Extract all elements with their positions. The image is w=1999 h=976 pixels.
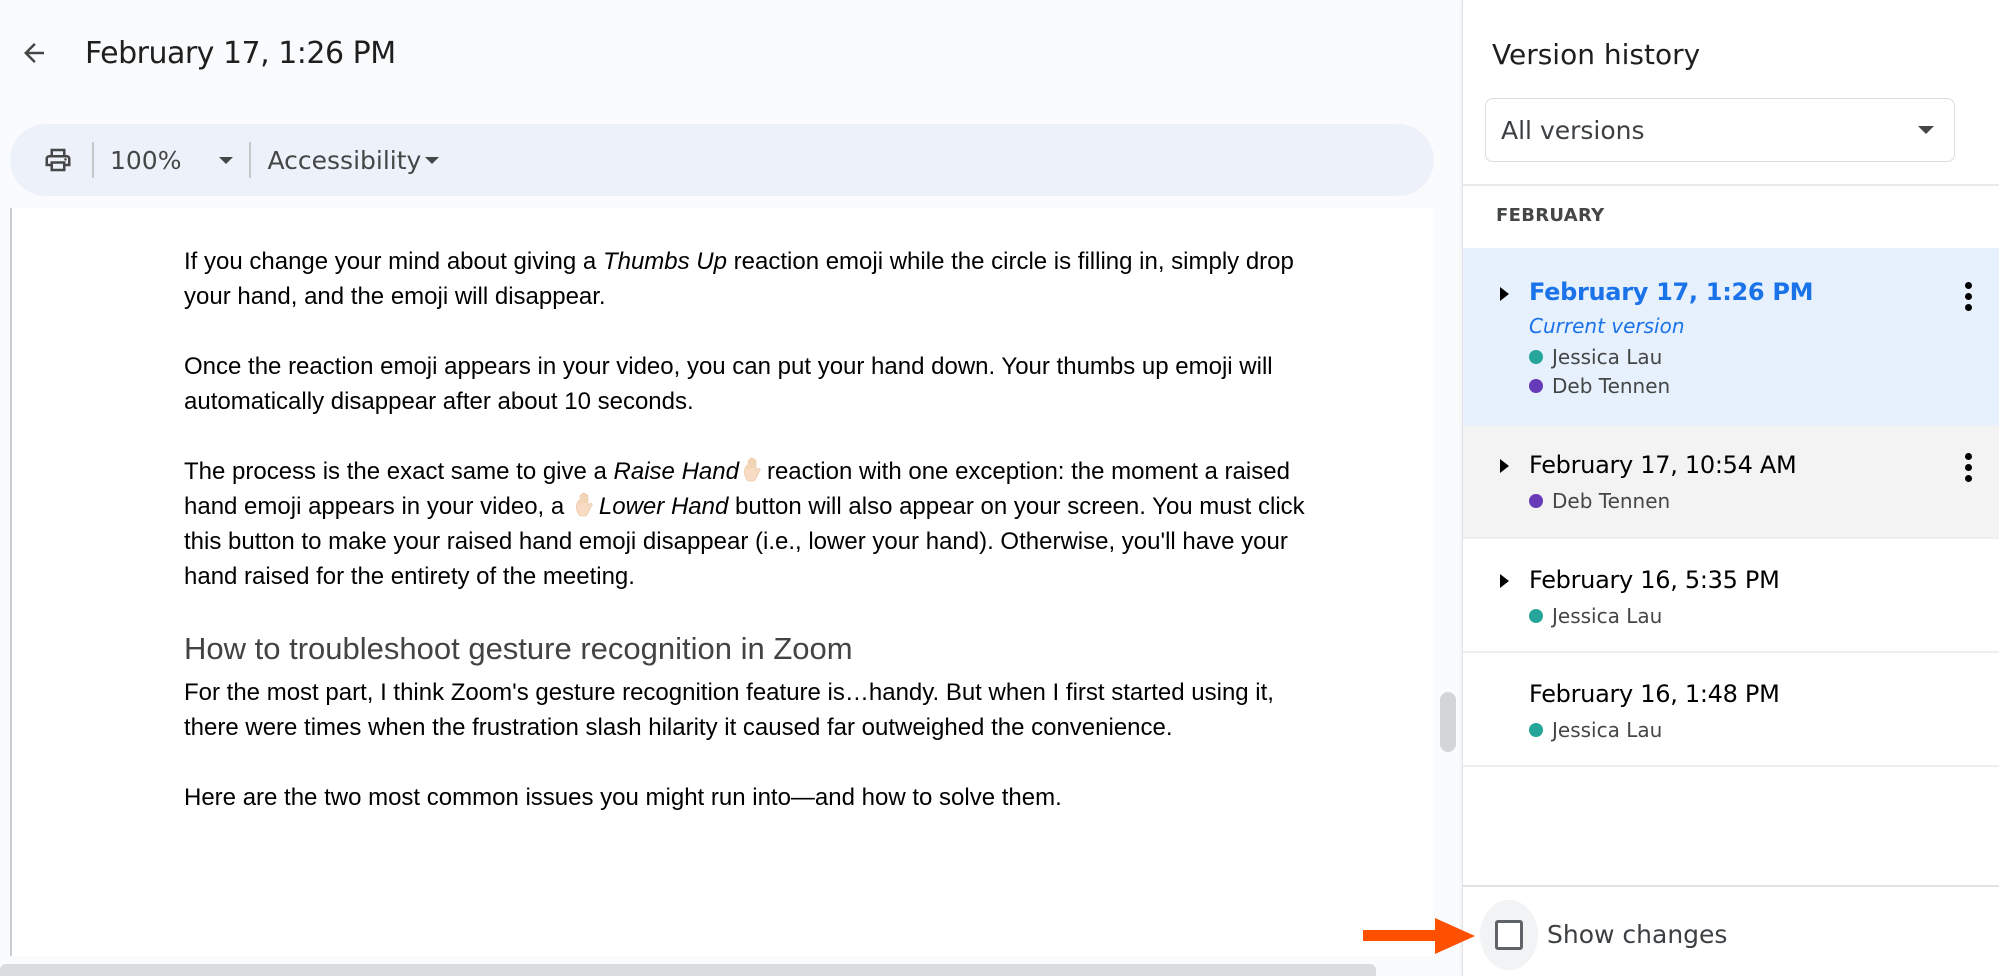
expand-triangle-icon[interactable] [1500, 459, 1509, 473]
show-changes-label[interactable]: Show changes [1547, 920, 1727, 949]
toolbar-divider [249, 142, 252, 178]
document-preview-area: February 17, 1:26 PM 100% Accessibility … [0, 0, 1462, 976]
section-heading: How to troubleshoot gesture recognition … [184, 631, 853, 666]
more-options-button[interactable] [1956, 447, 1980, 487]
toolbar-divider [92, 142, 94, 178]
version-author: Deb Tennen [1529, 489, 1670, 513]
author-color-dot-icon [1529, 350, 1543, 364]
versions-filter-select[interactable]: All versions [1485, 98, 1955, 162]
paragraph: The process is the exact same to give a … [184, 457, 1305, 590]
version-item[interactable]: February 16, 1:48 PM Jessica Lau [1463, 653, 1999, 767]
current-version-label: Current version [1529, 314, 1685, 338]
raised-hand-emoji-icon [744, 457, 761, 482]
printer-icon [45, 148, 71, 172]
vertical-scrollbar[interactable] [1440, 692, 1456, 752]
version-title: February 17, 1:26 PM [85, 36, 396, 71]
version-date: February 17, 1:26 PM [1529, 278, 1814, 306]
zoom-select[interactable]: 100% [110, 145, 234, 175]
filter-value: All versions [1501, 115, 1645, 145]
version-author: Jessica Lau [1529, 345, 1662, 369]
paragraph: For the most part, I think Zoom's gestur… [184, 679, 1274, 741]
accessibility-menu[interactable]: Accessibility [267, 145, 440, 175]
panel-title: Version history [1492, 38, 1701, 71]
chevron-down-icon [1918, 126, 1934, 134]
divider [1463, 184, 1999, 186]
version-date: February 17, 10:54 AM [1529, 451, 1797, 479]
version-author: Deb Tennen [1529, 374, 1670, 398]
document-page: If you change your mind about giving a T… [10, 208, 1434, 956]
italic-term: Lower Hand [598, 493, 729, 520]
version-item[interactable]: February 17, 10:54 AM Deb Tennen [1463, 425, 1999, 539]
toolbar: 100% Accessibility [10, 124, 1434, 196]
expand-triangle-icon[interactable] [1500, 287, 1509, 301]
italic-term: Thumbs Up [602, 248, 727, 275]
document-content: If you change your mind about giving a T… [184, 244, 1324, 850]
month-group-label: FEBRUARY [1496, 205, 1605, 226]
more-vert-icon [1964, 452, 1972, 460]
version-history-panel: Version history All versions FEBRUARY Fe… [1462, 0, 1999, 976]
accessibility-label: Accessibility [267, 145, 422, 175]
show-changes-checkbox[interactable] [1480, 900, 1538, 970]
version-list: February 17, 1:26 PM Current version Jes… [1463, 248, 1999, 767]
paragraph: If you change your mind about giving a T… [184, 248, 1294, 310]
version-item[interactable]: February 16, 5:35 PM Jessica Lau [1463, 539, 1999, 653]
paragraph: Here are the two most common issues you … [184, 784, 1062, 811]
checkbox-unchecked-icon [1495, 920, 1523, 950]
expand-triangle-icon[interactable] [1500, 574, 1509, 588]
back-button[interactable] [14, 33, 54, 73]
top-bar: February 17, 1:26 PM [0, 0, 1462, 110]
author-color-dot-icon [1529, 723, 1543, 737]
show-changes-row: Show changes [1463, 898, 1999, 976]
zoom-value: 100% [110, 145, 182, 175]
print-button[interactable] [40, 142, 76, 178]
author-color-dot-icon [1529, 379, 1543, 393]
more-vert-icon [1964, 281, 1972, 289]
horizontal-scrollbar[interactable] [0, 964, 1376, 976]
divider [1463, 885, 1999, 887]
italic-term: Raise Hand [613, 458, 739, 485]
version-date: February 16, 5:35 PM [1529, 566, 1780, 594]
author-color-dot-icon [1529, 609, 1543, 623]
version-author: Jessica Lau [1529, 718, 1662, 742]
raised-hand-emoji-icon [576, 492, 593, 517]
chevron-down-icon [425, 156, 440, 164]
arrow-left-icon [24, 43, 44, 63]
version-item[interactable]: February 17, 1:26 PM Current version Jes… [1463, 248, 1999, 425]
version-date: February 16, 1:48 PM [1529, 680, 1780, 708]
version-author: Jessica Lau [1529, 604, 1662, 628]
author-color-dot-icon [1529, 494, 1543, 508]
more-options-button[interactable] [1956, 276, 1980, 316]
chevron-down-icon [219, 156, 234, 164]
annotation-arrow-icon [1363, 918, 1475, 954]
paragraph: Once the reaction emoji appears in your … [184, 353, 1273, 415]
